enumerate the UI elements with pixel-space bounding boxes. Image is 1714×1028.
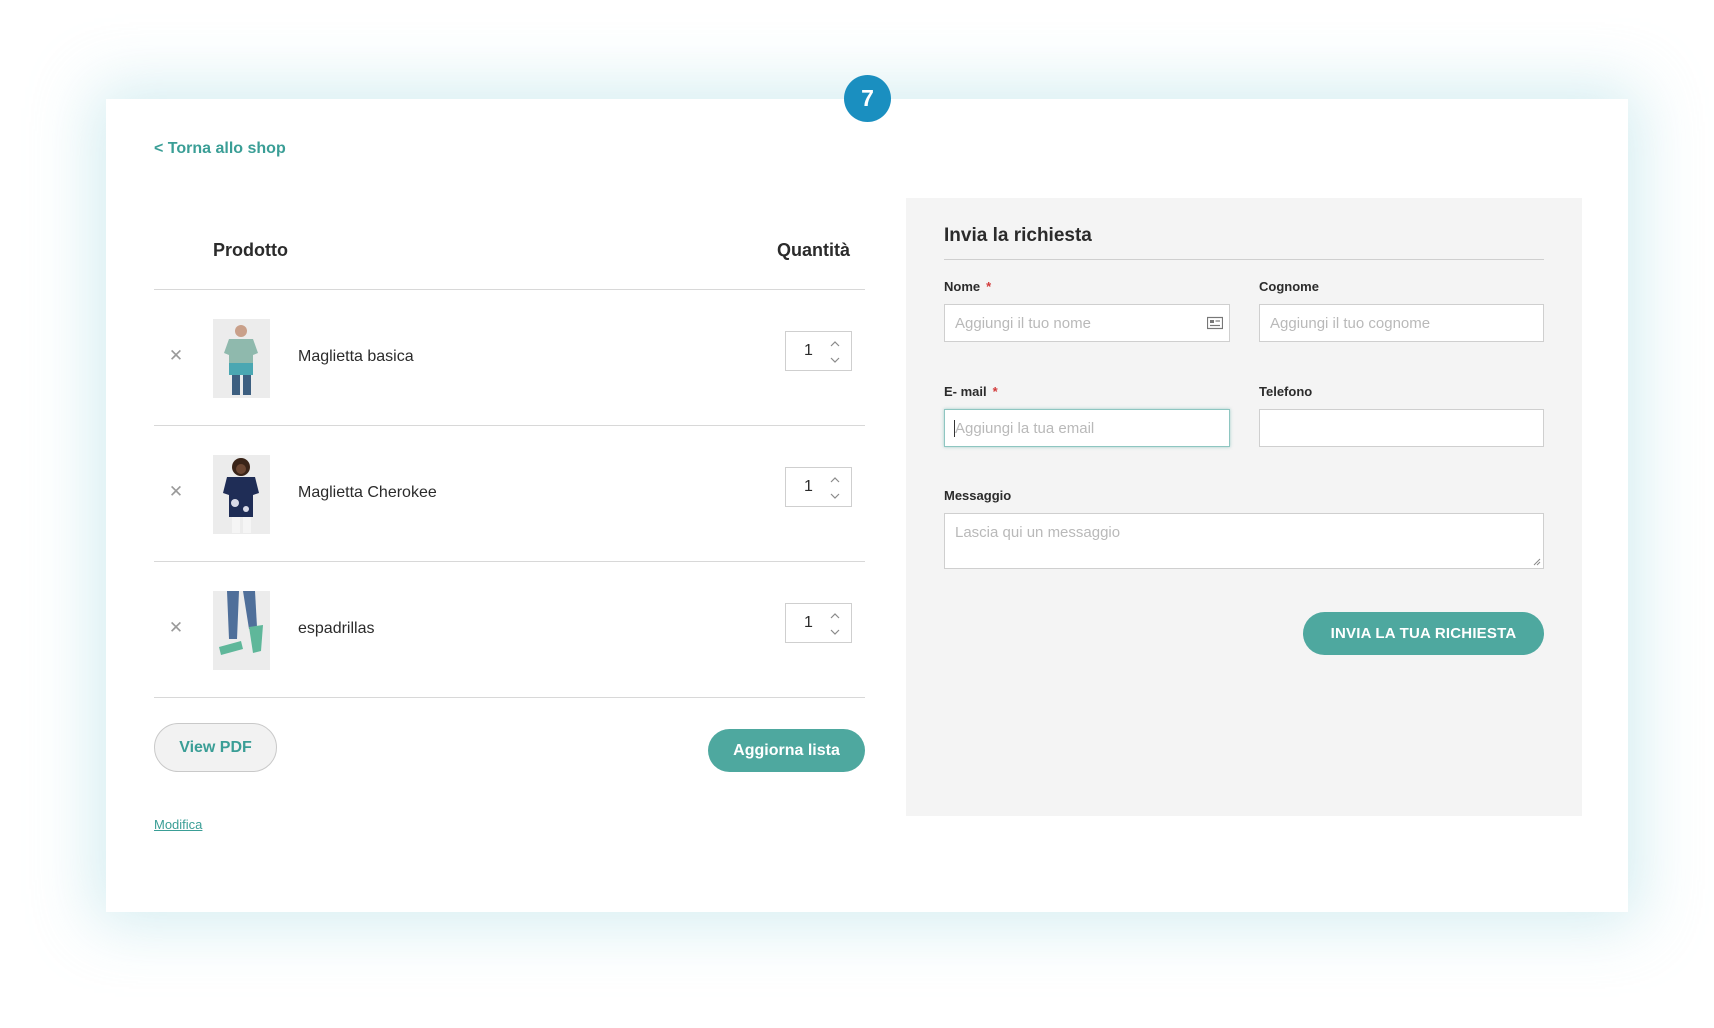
last-name-input[interactable]: Aggiungi il tuo cognome	[1259, 304, 1544, 342]
request-form-panel: Invia la richiesta Nome * Aggiungi il tuo…	[906, 198, 1582, 816]
message-label: Messaggio	[944, 488, 1012, 503]
product-name: Maglietta basica	[298, 348, 414, 365]
table-header: Prodotto Quantità	[154, 224, 865, 290]
submit-request-button[interactable]: INVIA LA TUA RICHIESTA	[1303, 612, 1544, 655]
step-badge: 7	[844, 75, 891, 122]
email-label: E- mail *	[944, 384, 998, 399]
message-placeholder: Lascia qui un messaggio	[955, 524, 1121, 541]
table-row: ✕ Maglietta basica 1	[154, 290, 865, 426]
product-thumbnail	[213, 591, 270, 670]
resize-handle-icon[interactable]	[1533, 558, 1541, 566]
form-title: Invia la richiesta	[944, 225, 1092, 246]
product-name: espadrillas	[298, 620, 375, 637]
stepper-arrows-icon[interactable]	[829, 610, 841, 638]
stepper-arrows-icon[interactable]	[829, 474, 841, 502]
first-name-label: Nome *	[944, 279, 991, 294]
required-marker: *	[986, 279, 992, 294]
email-label-text: E- mail	[944, 384, 987, 399]
quantity-stepper[interactable]: 1	[785, 603, 852, 643]
phone-input[interactable]	[1259, 409, 1544, 447]
stepper-arrows-icon[interactable]	[829, 338, 841, 366]
contact-card-icon[interactable]	[1207, 316, 1223, 330]
required-marker: *	[992, 384, 998, 399]
edit-link[interactable]: Modifica	[154, 817, 202, 832]
table-row: ✕ Maglietta Cherokee 1	[154, 426, 865, 562]
first-name-placeholder: Aggiungi il tuo nome	[955, 315, 1091, 332]
update-list-button[interactable]: Aggiorna lista	[708, 729, 865, 772]
product-name: Maglietta Cherokee	[298, 484, 437, 501]
quantity-column-header: Quantità	[776, 240, 850, 260]
remove-item-button[interactable]: ✕	[168, 483, 184, 500]
quantity-stepper[interactable]: 1	[785, 331, 852, 371]
back-to-shop-link[interactable]: < Torna allo shop	[154, 140, 286, 158]
remove-item-button[interactable]: ✕	[168, 347, 184, 364]
quantity-value: 1	[804, 478, 813, 495]
first-name-label-text: Nome	[944, 279, 981, 294]
phone-label: Telefono	[1259, 384, 1313, 399]
table-row: ✕ espadrillas 1	[154, 562, 865, 698]
divider	[944, 259, 1544, 260]
quantity-value: 1	[804, 342, 813, 359]
remove-item-button[interactable]: ✕	[168, 619, 184, 636]
email-placeholder: Aggiungi la tua email	[955, 420, 1095, 437]
quantity-value: 1	[804, 614, 813, 631]
product-thumbnail	[213, 319, 270, 398]
product-column-header: Prodotto	[213, 240, 288, 260]
view-pdf-button[interactable]: View PDF	[154, 723, 277, 772]
first-name-input[interactable]: Aggiungi il tuo nome	[944, 304, 1230, 342]
product-thumbnail	[213, 455, 270, 534]
message-textarea[interactable]: Lascia qui un messaggio	[944, 513, 1544, 569]
text-caret	[954, 420, 955, 437]
email-input[interactable]: Aggiungi la tua email	[944, 409, 1230, 447]
last-name-label: Cognome	[1259, 279, 1319, 294]
last-name-placeholder: Aggiungi il tuo cognome	[1270, 315, 1431, 332]
quantity-stepper[interactable]: 1	[785, 467, 852, 507]
